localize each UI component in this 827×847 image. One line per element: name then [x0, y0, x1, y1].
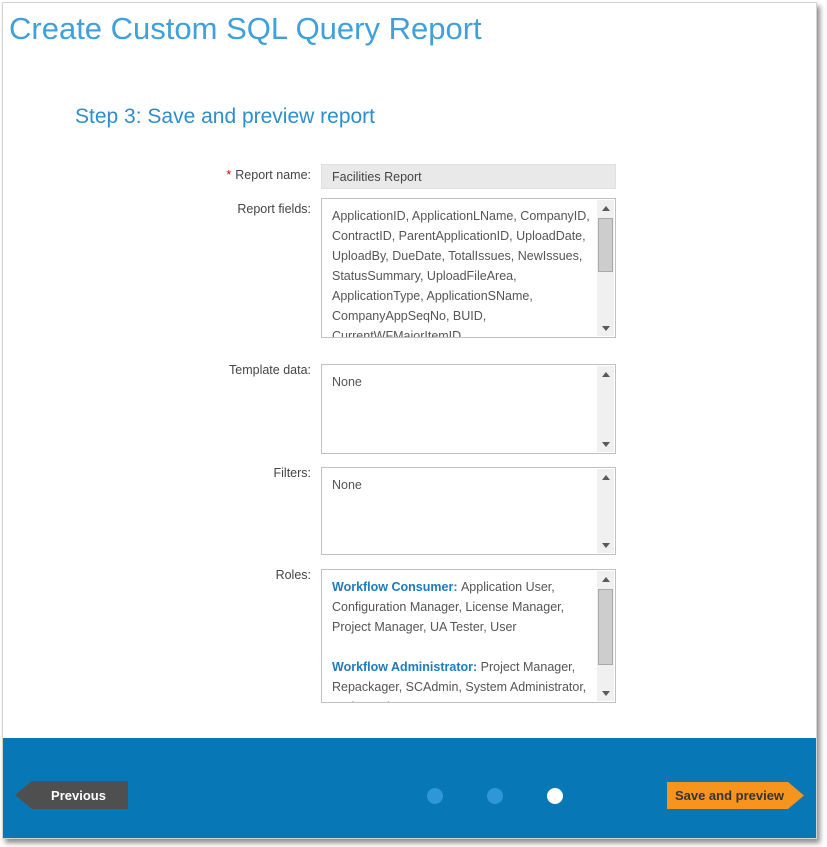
arrow-up-icon	[602, 372, 610, 377]
arrow-down-icon	[602, 543, 610, 548]
wizard-footer: Previous Save and preview	[3, 738, 816, 838]
filters-box[interactable]: None	[321, 467, 616, 555]
arrow-up-icon	[602, 475, 610, 480]
report-fields-text: ApplicationID, ApplicationLName, Company…	[322, 199, 597, 337]
required-asterisk: *	[226, 168, 231, 182]
scrollbar-thumb[interactable]	[598, 589, 613, 665]
arrow-down-icon	[602, 691, 610, 696]
role-group-name: Workflow Administrator	[332, 660, 481, 674]
report-fields-label: Report fields:	[111, 202, 311, 216]
filters-scrollbar[interactable]	[597, 469, 614, 553]
step-heading: Step 3: Save and preview report	[75, 105, 375, 129]
step-dot-active	[547, 788, 563, 804]
role-group-name: Workflow Consumer	[332, 580, 461, 594]
scroll-down-button[interactable]	[597, 320, 614, 336]
step-dot-inactive	[427, 788, 443, 804]
roles-text: Workflow ConsumerApplication User, Confi…	[322, 570, 597, 702]
save-and-preview-button[interactable]: Save and preview	[667, 782, 804, 809]
step-dots	[427, 788, 563, 804]
template-data-scrollbar[interactable]	[597, 366, 614, 452]
previous-button[interactable]: Previous	[15, 781, 128, 809]
report-fields-scrollbar[interactable]	[597, 200, 614, 336]
page-title: Create Custom SQL Query Report	[9, 11, 482, 47]
scrollbar-thumb[interactable]	[598, 218, 613, 272]
template-data-text: None	[322, 365, 597, 453]
report-fields-box[interactable]: ApplicationID, ApplicationLName, Company…	[321, 198, 616, 338]
step-dot-inactive	[487, 788, 503, 804]
scroll-down-button[interactable]	[597, 685, 614, 701]
filters-text: None	[322, 468, 597, 554]
scroll-up-button[interactable]	[597, 200, 614, 216]
roles-scrollbar[interactable]	[597, 571, 614, 701]
report-name-input[interactable]	[321, 164, 616, 189]
arrow-up-icon	[602, 206, 610, 211]
wizard-page: Create Custom SQL Query Report Step 3: S…	[2, 2, 817, 839]
role-group: Workflow ConsumerApplication User, Confi…	[332, 577, 593, 637]
template-data-box[interactable]: None	[321, 364, 616, 454]
scroll-up-button[interactable]	[597, 571, 614, 587]
roles-box[interactable]: Workflow ConsumerApplication User, Confi…	[321, 569, 616, 703]
role-group: Workflow AdministratorProject Manager, R…	[332, 657, 593, 702]
template-data-label: Template data:	[111, 363, 311, 377]
arrow-up-icon	[602, 577, 610, 582]
scroll-down-button[interactable]	[597, 436, 614, 452]
scroll-up-button[interactable]	[597, 469, 614, 485]
arrow-down-icon	[602, 326, 610, 331]
scroll-down-button[interactable]	[597, 537, 614, 553]
arrow-down-icon	[602, 442, 610, 447]
report-name-label: *Report name:	[111, 168, 311, 182]
roles-label: Roles:	[111, 568, 311, 582]
scroll-up-button[interactable]	[597, 366, 614, 382]
filters-label: Filters:	[111, 466, 311, 480]
